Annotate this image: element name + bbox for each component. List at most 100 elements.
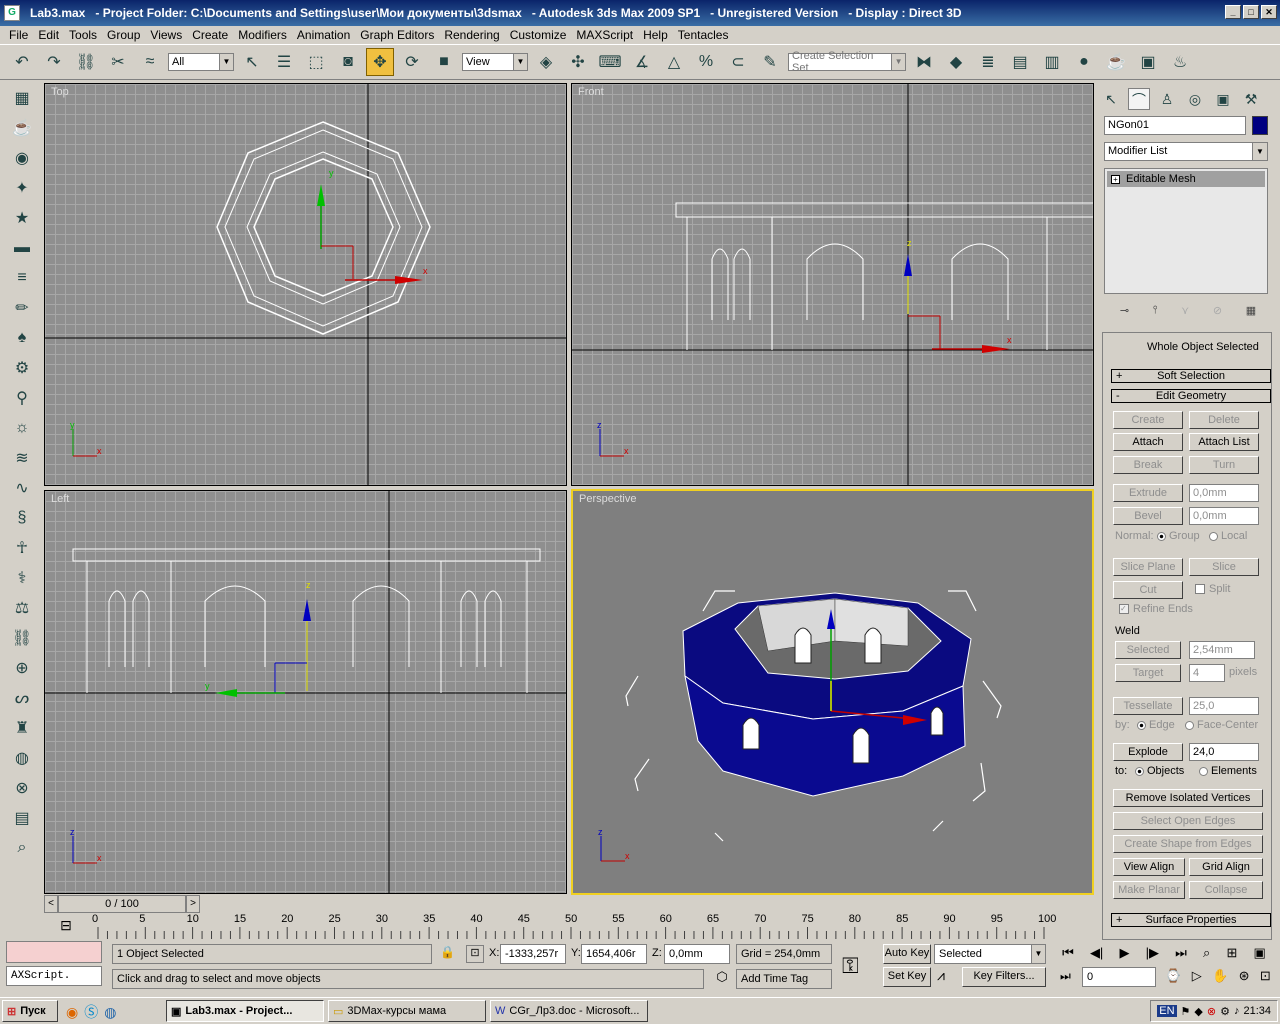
- next-frame-icon[interactable]: |▶: [1146, 945, 1159, 963]
- expand-icon[interactable]: +: [1111, 174, 1120, 184]
- menu-maxscript[interactable]: MAXScript: [571, 28, 638, 42]
- redo-icon[interactable]: ↷: [40, 48, 68, 76]
- go-to-end-icon[interactable]: ⏭: [1175, 945, 1187, 963]
- menu-tools[interactable]: Tools: [64, 28, 102, 42]
- top-viewport[interactable]: Top y x y x: [44, 83, 567, 486]
- language-indicator[interactable]: EN: [1157, 1005, 1177, 1017]
- menu-edit[interactable]: Edit: [33, 28, 64, 42]
- time-tag-icon[interactable]: ⬡: [712, 969, 732, 989]
- reference-coordinate-dropdown[interactable]: View ▼: [462, 53, 528, 71]
- left-viewport[interactable]: Left z y z x: [44, 490, 567, 894]
- menu-create[interactable]: Create: [187, 28, 233, 42]
- object-name-field[interactable]: NGon01: [1104, 116, 1246, 135]
- schematic-view-icon[interactable]: ▥: [1038, 48, 1066, 76]
- extrude-spinner[interactable]: 0,0mm: [1189, 484, 1259, 502]
- select-and-move-icon[interactable]: ✥: [366, 48, 394, 76]
- cube-icon[interactable]: ▦: [6, 84, 38, 112]
- layer-manager-icon[interactable]: ≣: [974, 48, 1002, 76]
- task-lab3[interactable]: ▣ Lab3.max - Project...: [166, 1000, 324, 1022]
- slice-plane-button[interactable]: Slice Plane: [1113, 558, 1183, 576]
- curve-icon[interactable]: ⩘: [937, 967, 945, 984]
- wave-icon[interactable]: ∿: [6, 474, 38, 502]
- spinner-snap-icon[interactable]: ⊂: [724, 48, 752, 76]
- collapse-button[interactable]: Collapse: [1189, 881, 1263, 899]
- group-radio[interactable]: Group: [1157, 530, 1200, 542]
- view-align-button[interactable]: View Align: [1113, 858, 1185, 876]
- time-config-icon[interactable]: ⌚: [1165, 968, 1181, 986]
- motion-tab-icon[interactable]: ◎: [1184, 88, 1206, 110]
- modifier-list-dropdown[interactable]: Modifier List ▼: [1104, 142, 1268, 161]
- make-planar-button[interactable]: Make Planar: [1113, 881, 1185, 899]
- go-to-start-icon[interactable]: ⏮: [1062, 945, 1074, 963]
- select-and-rotate-icon[interactable]: ⟳: [398, 48, 426, 76]
- rendered-frame-icon[interactable]: ▣: [1134, 48, 1162, 76]
- brush-icon[interactable]: ✏: [6, 294, 38, 322]
- extrude-button[interactable]: Extrude: [1113, 484, 1183, 502]
- menu-help[interactable]: Help: [638, 28, 673, 42]
- box-icon[interactable]: ▬: [6, 234, 38, 262]
- field-of-view-icon[interactable]: ▷: [1192, 968, 1202, 986]
- unlink-icon[interactable]: ✂: [104, 48, 132, 76]
- key-filters-button[interactable]: Key Filters...: [962, 967, 1046, 987]
- globe-icon[interactable]: ◍: [104, 1004, 116, 1021]
- surface-properties-rollout[interactable]: + Surface Properties: [1111, 913, 1271, 927]
- explode-spinner[interactable]: 24,0: [1189, 743, 1259, 761]
- modify-tab-icon[interactable]: ⌒: [1128, 88, 1150, 110]
- paint-icon[interactable]: ♠: [6, 324, 38, 352]
- selection-filter-dropdown[interactable]: All ▼: [168, 53, 234, 71]
- absolute-mode-icon[interactable]: ⊡: [466, 945, 484, 963]
- track-bar[interactable]: ⊟ 0 5 10 15 20 25 30 35 40 45 50 55 60 65 70 75 80 85 90 95…: [44, 913, 1098, 941]
- select-and-scale-icon[interactable]: ■: [430, 48, 458, 76]
- previous-frame-icon[interactable]: ◀|: [1090, 945, 1103, 963]
- chevron-right-icon[interactable]: >: [186, 895, 200, 913]
- app-icon[interactable]: G: [4, 5, 20, 21]
- light-icon[interactable]: ✦: [6, 174, 38, 202]
- cut-button[interactable]: Cut: [1113, 581, 1183, 599]
- elements-radio[interactable]: Elements: [1199, 765, 1257, 777]
- min-max-toggle-icon[interactable]: ⊡: [1260, 968, 1271, 986]
- local-radio[interactable]: Local: [1209, 530, 1247, 542]
- cylinder-icon[interactable]: ≡: [6, 264, 38, 292]
- skype-icon[interactable]: Ⓢ: [84, 1002, 98, 1022]
- quick-render-icon[interactable]: ♨: [1166, 48, 1194, 76]
- pin-stack-icon[interactable]: ⊸: [1120, 304, 1129, 322]
- delete-button[interactable]: Delete: [1189, 411, 1259, 429]
- configure-modifier-sets-icon[interactable]: ▦: [1246, 304, 1256, 322]
- render-setup-icon[interactable]: ☕: [1102, 48, 1130, 76]
- menu-customize[interactable]: Customize: [505, 28, 572, 42]
- z-coordinate-field[interactable]: 0,0mm: [664, 944, 730, 964]
- key-icon[interactable]: ⚿: [842, 953, 859, 979]
- spring-icon[interactable]: §: [6, 504, 38, 532]
- maximize-button[interactable]: □: [1243, 5, 1259, 19]
- mirror-icon[interactable]: ⧓: [910, 48, 938, 76]
- create-button[interactable]: Create: [1113, 411, 1183, 429]
- zoom-all-icon[interactable]: ⊞: [1226, 945, 1237, 963]
- objects-radio[interactable]: Objects: [1135, 765, 1184, 777]
- menu-views[interactable]: Views: [145, 28, 187, 42]
- attach-list-button[interactable]: Attach List: [1189, 433, 1259, 451]
- orbit-icon[interactable]: ⊛: [1239, 968, 1250, 986]
- lock-icon[interactable]: 🔒: [440, 945, 455, 959]
- refine-ends-checkbox[interactable]: ✓ Refine Ends: [1119, 603, 1193, 615]
- create-tab-icon[interactable]: ↖: [1100, 88, 1122, 110]
- grid-align-button[interactable]: Grid Align: [1189, 858, 1263, 876]
- pivot-center-icon[interactable]: ◈: [532, 48, 560, 76]
- selection-set-dropdown[interactable]: Create Selection Set ▼: [788, 50, 906, 74]
- x-coordinate-field[interactable]: -1333,257r: [500, 944, 566, 964]
- bevel-spinner[interactable]: 0,0mm: [1189, 507, 1259, 525]
- select-by-name-icon[interactable]: ☰: [270, 48, 298, 76]
- y-coordinate-field[interactable]: 1654,406r: [581, 944, 647, 964]
- wire-icon[interactable]: ⊗: [6, 774, 38, 802]
- zoom-icon[interactable]: ⌕: [6, 834, 38, 862]
- material-editor-icon[interactable]: ●: [1070, 48, 1098, 76]
- rectangular-selection-icon[interactable]: ⬚: [302, 48, 330, 76]
- select-open-edges-button[interactable]: Select Open Edges: [1113, 812, 1263, 830]
- turn-button[interactable]: Turn: [1189, 456, 1259, 474]
- shirt-icon[interactable]: ♜: [6, 714, 38, 742]
- time-slider-thumb[interactable]: 0 / 100: [58, 895, 186, 913]
- keyboard-shortcut-icon[interactable]: ⌨: [596, 48, 624, 76]
- show-end-result-icon[interactable]: ⫯: [1153, 304, 1158, 322]
- globe-icon[interactable]: ◍: [6, 744, 38, 772]
- task-folder[interactable]: ▭ 3DMax-курсы мама: [328, 1000, 486, 1022]
- weld-target-button[interactable]: Target: [1115, 664, 1181, 682]
